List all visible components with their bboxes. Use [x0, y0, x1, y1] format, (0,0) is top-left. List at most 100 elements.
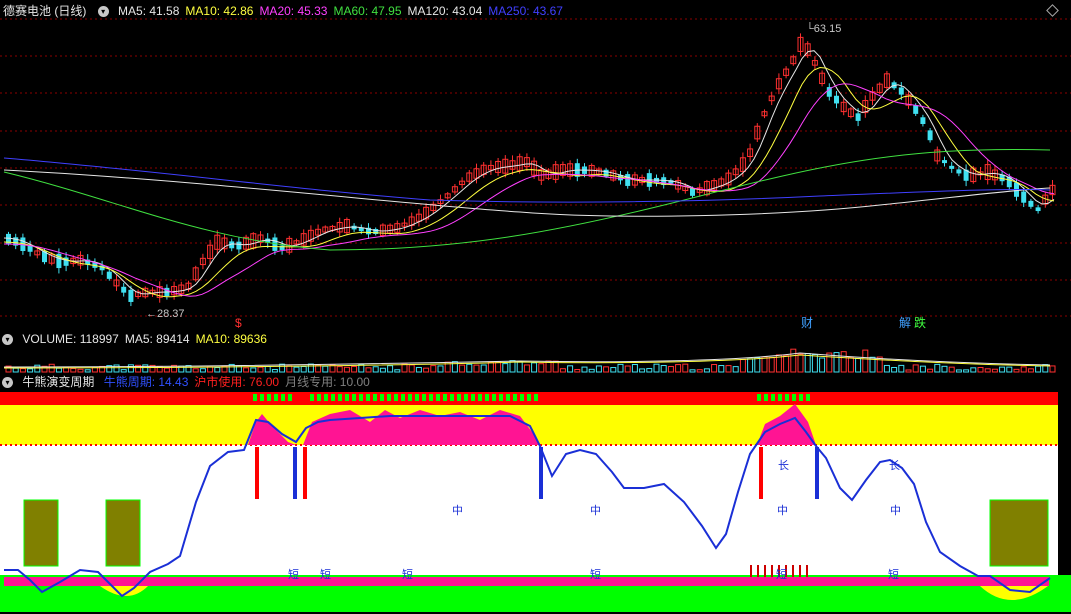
indicator-title: 牛熊演变周期 [22, 375, 95, 389]
candle-down [128, 289, 134, 302]
volume-bar [567, 365, 574, 373]
volume-bar [192, 368, 199, 373]
volume-bar [300, 365, 307, 373]
green-dash [771, 394, 775, 401]
volume-bar [898, 364, 905, 373]
red-tick [806, 565, 808, 577]
volume-bar [351, 365, 358, 373]
volume-bar [437, 365, 444, 373]
volume-bar [718, 365, 725, 373]
green-dash [785, 394, 789, 401]
volume-bar [610, 367, 617, 373]
volume-bar [77, 368, 84, 373]
volume-bar [372, 366, 379, 373]
volume-bar [99, 365, 106, 373]
volume-bar [912, 364, 919, 373]
zone-mark-mid: 中 [452, 504, 463, 517]
indicator-chart[interactable]: 长 长中 中 中 中短 短 短 短 短 短 [0, 392, 1071, 614]
candle-down [625, 174, 631, 186]
green-dash [401, 394, 405, 401]
volume-bar [574, 369, 581, 373]
green-dash [485, 394, 489, 401]
blue-bar [815, 447, 819, 499]
volume-bar [653, 363, 660, 373]
volume-bar [336, 366, 343, 373]
green-dash [499, 394, 503, 401]
red-tick [764, 565, 766, 577]
volume-bar [1027, 368, 1034, 373]
green-dash [408, 394, 412, 401]
green-dash [359, 394, 363, 401]
zone-mark-short: 短 [888, 567, 899, 581]
volume-bar [423, 367, 430, 373]
volume-bar [394, 369, 401, 373]
zone-mark-short: 短 [320, 567, 331, 581]
green-dash [288, 394, 292, 401]
green-dash [450, 394, 454, 401]
candle-down [121, 286, 127, 293]
green-dash [366, 394, 370, 401]
red-tick [792, 565, 794, 577]
indicator-collapse-icon[interactable]: ▾ [2, 377, 13, 389]
volume-bar [847, 356, 854, 373]
green-dash [352, 394, 356, 401]
green-dash [429, 394, 433, 401]
volume-bar [459, 364, 466, 373]
volume-bar [624, 365, 631, 373]
volume-bar [34, 364, 41, 373]
volume-bar [538, 363, 545, 373]
green-dash [253, 394, 257, 401]
green-dash [373, 394, 377, 401]
volume-bar [675, 364, 682, 373]
candle-down [690, 188, 695, 196]
volume-bar [603, 366, 610, 373]
red-bar [303, 447, 307, 499]
volume-collapse-icon[interactable]: ▾ [2, 334, 13, 346]
blue-bar [293, 447, 297, 499]
olive-box-1 [105, 499, 141, 567]
green-dash [464, 394, 468, 401]
volume-bar [646, 368, 653, 373]
volume-bar [1020, 366, 1027, 373]
volume-bar [905, 369, 912, 373]
volume-bar [516, 361, 523, 373]
volume-bar [711, 364, 718, 373]
volume-bar [127, 364, 134, 373]
volume-bar [343, 366, 350, 373]
volume-header: ▾ VOLUME: 118997 MA5: 89414 MA10: 89636 [0, 330, 279, 348]
olive-box-2 [989, 499, 1049, 567]
green-dash [331, 394, 335, 401]
price-chart[interactable]: └63.15 ←28.37 $ 财 解跌 [0, 0, 1071, 330]
volume-bar [430, 365, 437, 373]
green-dash [764, 394, 768, 401]
event-marker-0: $ [235, 316, 242, 330]
red-tick [750, 565, 752, 577]
green-dash [513, 394, 517, 401]
volume-bar [415, 366, 422, 373]
volume-bar [1006, 366, 1013, 373]
candle-down [949, 165, 955, 169]
volume-bar [660, 365, 667, 373]
volume-bar [199, 368, 206, 373]
volume-bar [667, 365, 674, 373]
green-dash [527, 394, 531, 401]
volume-bar [631, 364, 638, 373]
candle-down [927, 130, 933, 141]
green-dash [324, 394, 328, 401]
volume-bar [811, 354, 818, 373]
volume-bar [696, 369, 703, 373]
volume-bar [984, 368, 991, 373]
event-marker-2: 解 [899, 316, 911, 330]
event-marker-3: 跌 [914, 315, 926, 330]
indicator-header: ▾ 牛熊演变周期 牛熊周期: 14.43 沪市使用: 76.00 月线专用: 10.… [0, 373, 382, 391]
volume-chart[interactable] [0, 347, 1071, 373]
green-dash [492, 394, 496, 401]
volume-bar [250, 367, 257, 373]
volume-bar [617, 363, 624, 373]
volume-bar [934, 363, 941, 373]
volume-bar [790, 348, 797, 373]
volume-bar [797, 353, 804, 373]
red-tick [771, 565, 773, 577]
volume-bar [19, 368, 26, 373]
volume-bar [991, 368, 998, 373]
